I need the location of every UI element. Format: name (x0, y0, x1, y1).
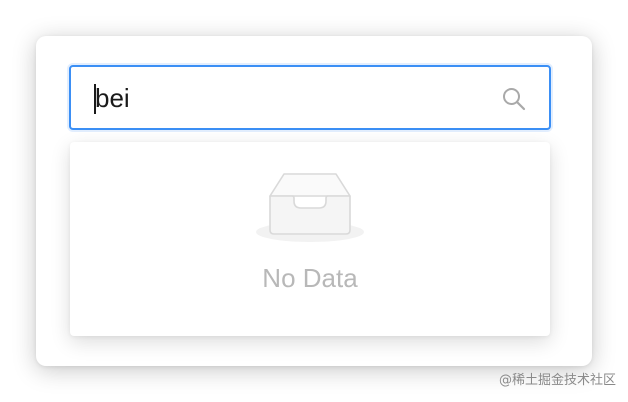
empty-inbox-icon (256, 173, 364, 242)
empty-state-text: No Data (262, 263, 358, 293)
watermark: @稀土掘金技术社区 (498, 373, 616, 388)
search-input-value[interactable]: bei (95, 82, 130, 114)
search-input[interactable]: bei (69, 65, 551, 130)
search-results-dropdown: No Data (70, 142, 550, 336)
search-icon[interactable] (501, 86, 527, 112)
text-caret (94, 84, 96, 114)
